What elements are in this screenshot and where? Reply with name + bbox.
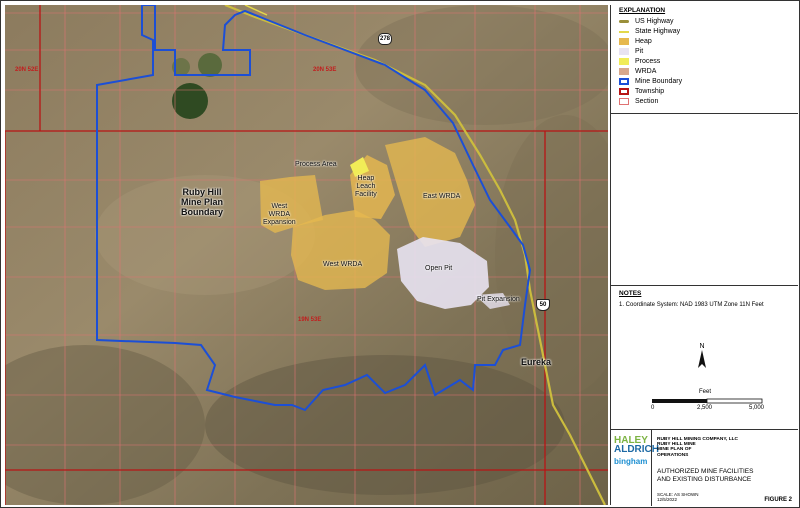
legend-label: Mine Boundary	[635, 78, 683, 85]
wrda-swatch	[619, 68, 629, 75]
map-panel[interactable]: 20N 52E 20N 53E 19N 53E Process Area Hea…	[5, 5, 608, 505]
scale-tick-1: 2,500	[697, 405, 713, 411]
legend-label: WRDA	[635, 68, 657, 75]
legend-label: Pit	[635, 48, 644, 55]
date-text: 12/5/2022	[657, 497, 678, 502]
legend-label: Section	[635, 98, 659, 105]
north-arrow-icon	[698, 350, 706, 368]
company-block: RUBY HILL MINING COMPANY, LLC RUBY HILL …	[657, 437, 738, 458]
scale-tick-0: 0	[651, 405, 655, 411]
us-highway-shield: 50	[536, 299, 550, 311]
legend: EXPLANATION US Highway State Highway Hea…	[611, 5, 798, 114]
legend-label: State Highway	[635, 28, 681, 35]
township-label-19n53e: 19N 53E	[298, 317, 322, 323]
mine-boundary-swatch	[619, 78, 629, 85]
process-swatch	[619, 58, 629, 65]
figure-title-line-1: AUTHORIZED MINE FACILITIES	[657, 468, 754, 475]
us-highway-swatch	[619, 20, 629, 23]
notes-title: NOTES	[619, 290, 642, 297]
state-highway-shield: 278	[378, 33, 392, 45]
haley-aldrich-logo: HALEY ALDRICH	[614, 436, 659, 455]
scale-bar-graphic	[652, 398, 763, 404]
figure-title-line-2: AND EXISTING DISTURBANCE	[657, 475, 752, 483]
state-highway-swatch	[619, 30, 629, 33]
map-graphic	[5, 5, 608, 505]
north-arrow: N	[697, 343, 707, 372]
pit-swatch	[619, 48, 629, 55]
label-west-wrda: West WRDA	[323, 261, 363, 268]
scale-title: Feet	[699, 389, 712, 395]
label-east-wrda: East WRDA	[423, 193, 461, 200]
title-block: HALEY ALDRICH bingham RUBY HILL MINING C…	[611, 429, 798, 506]
township-label-20n53e: 20N 53E	[313, 67, 337, 73]
legend-item-process: Process	[619, 57, 660, 66]
legend-label: Township	[635, 88, 665, 95]
legend-item-us-highway: US Highway	[619, 17, 674, 26]
township-swatch	[619, 88, 629, 95]
scale-date-block: SCALE: AS SHOWN 12/5/2022	[657, 492, 699, 502]
hills-northeast	[355, 5, 608, 125]
notes-section: NOTES 1. Coordinate System: NAD 1983 UTM…	[611, 285, 798, 346]
legend-item-state-highway: State Highway	[619, 27, 680, 36]
logo-aldrich-text: ALDRICH	[614, 444, 659, 455]
company-line-4: OPERATIONS	[657, 452, 689, 458]
legend-item-wrda: WRDA	[619, 67, 656, 76]
legend-item-mine-boundary: Mine Boundary	[619, 77, 682, 86]
legend-item-heap: Heap	[619, 37, 652, 46]
legend-item-pit: Pit	[619, 47, 643, 56]
label-west-wrda-expansion: West WRDA Expansion	[263, 203, 296, 226]
legend-label: US Highway	[635, 18, 674, 25]
figure-frame: 20N 52E 20N 53E 19N 53E Process Area Hea…	[0, 0, 800, 508]
scale-tick-2: 5,000	[749, 405, 765, 411]
title-block-divider	[651, 430, 652, 506]
legend-item-township: Township	[619, 87, 664, 96]
label-process-area: Process Area	[295, 161, 337, 168]
legend-label: Heap	[635, 38, 652, 45]
bingham-logo: bingham	[614, 457, 648, 466]
note-1: 1. Coordinate System: NAD 1983 UTM Zone …	[619, 302, 764, 308]
label-mine-plan-boundary: Ruby Hill Mine Plan Boundary	[181, 187, 224, 217]
township-label-20n52e: 20N 52E	[15, 67, 39, 73]
legend-title: EXPLANATION	[619, 7, 666, 14]
label-eureka: Eureka	[521, 357, 552, 367]
section-swatch	[619, 98, 629, 105]
legend-label: Process	[635, 58, 661, 65]
label-pit-expansion: Pit Expansion	[477, 296, 520, 303]
hills-south	[205, 355, 565, 495]
figure-number: FIGURE 2	[764, 497, 792, 503]
heap-swatch	[619, 38, 629, 45]
sidebar: EXPLANATION US Highway State Highway Hea…	[610, 5, 798, 506]
scale-bar: Feet 0 2,500 5,000	[651, 389, 765, 411]
label-heap-leach: Heap Leach Facility	[355, 175, 377, 198]
figure-title-block: AUTHORIZED MINE FACILITIES AND EXISTING …	[657, 468, 753, 483]
north-label: N	[699, 343, 705, 350]
legend-item-section: Section	[619, 97, 658, 106]
label-open-pit: Open Pit	[425, 265, 453, 272]
pivot-field-1	[172, 83, 208, 119]
pivot-field-2	[198, 53, 222, 77]
